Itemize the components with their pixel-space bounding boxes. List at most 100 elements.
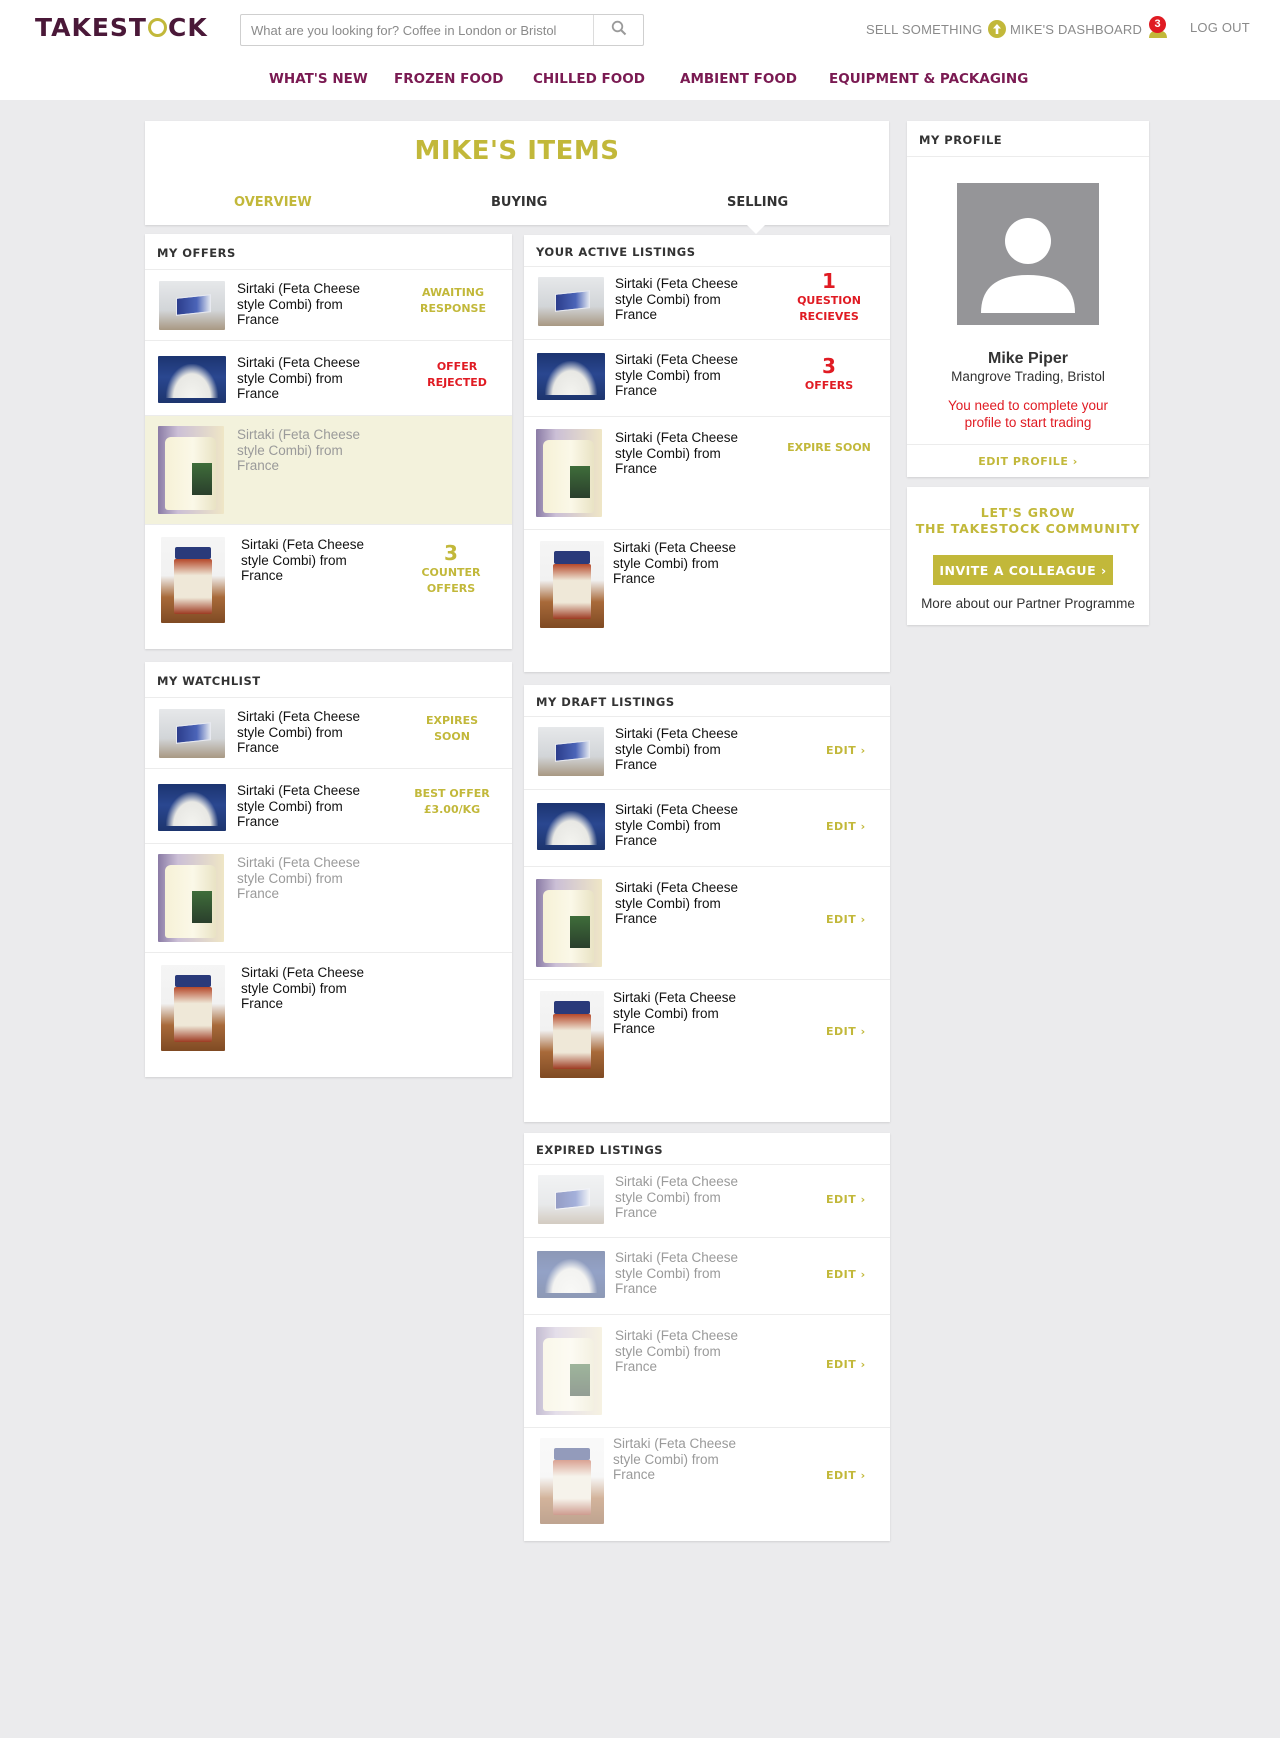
product-image [536,879,602,967]
offer-row[interactable]: Sirtaki (Feta Cheese style Combi) from F… [145,416,512,525]
expired-listings-panel: EXPIRED LISTINGS Sirtaki (Feta Cheese st… [524,1133,890,1541]
draft-row[interactable]: Sirtaki (Feta Cheese style Combi) from F… [524,867,890,980]
tab-overview[interactable]: OVERVIEW [234,195,312,210]
edit-link[interactable]: EDIT › [826,1469,866,1482]
search-bar [240,14,644,46]
section-title: EXPIRED LISTINGS [524,1133,890,1165]
watchlist-row[interactable]: Sirtaki (Feta Cheese style Combi) from F… [145,953,512,1077]
product-image [158,784,226,831]
partner-programme-link[interactable]: More about our Partner Programme [907,596,1149,611]
search-button[interactable] [593,15,643,45]
offer-row[interactable]: Sirtaki (Feta Cheese style Combi) from F… [145,270,512,341]
edit-link[interactable]: EDIT › [826,1025,866,1038]
active-tab-pointer [746,224,766,234]
expired-row[interactable]: Sirtaki (Feta Cheese style Combi) from F… [524,1428,890,1541]
invite-colleague-button[interactable]: INVITE A COLLEAGUE › [933,555,1113,585]
edit-link[interactable]: EDIT › [826,1358,866,1371]
nav-equipment-packaging[interactable]: EQUIPMENT & PACKAGING [829,71,1028,87]
product-image [536,429,602,517]
product-title[interactable]: Sirtaki (Feta Cheese style Combi) from F… [615,1174,755,1221]
edit-label: EDIT [826,744,857,757]
my-watchlist-panel: MY WATCHLIST Sirtaki (Feta Cheese style … [145,662,512,1077]
edit-link[interactable]: EDIT › [826,1193,866,1206]
dashboard-link[interactable]: MIKE'S DASHBOARD [1010,20,1168,41]
product-title[interactable]: Sirtaki (Feta Cheese style Combi) from F… [613,1436,753,1483]
product-title[interactable]: Sirtaki (Feta Cheese style Combi) from F… [237,355,377,402]
edit-profile-link[interactable]: EDIT PROFILE › [907,444,1149,468]
avatar[interactable] [957,183,1099,325]
nav-whats-new[interactable]: WHAT'S NEW [269,71,368,87]
community-panel: LET'S GROW THE TAKESTOCK COMMUNITY INVITE… [907,487,1149,625]
nav-frozen-food[interactable]: FROZEN FOOD [394,71,503,87]
listing-row[interactable]: Sirtaki (Feta Cheese style Combi) from F… [524,417,890,530]
expired-row[interactable]: Sirtaki (Feta Cheese style Combi) from F… [524,1238,890,1315]
chevron-right-icon: › [860,1358,866,1371]
tab-buying[interactable]: BUYING [491,195,547,210]
draft-row[interactable]: Sirtaki (Feta Cheese style Combi) from F… [524,790,890,867]
my-offers-panel: MY OFFERS Sirtaki (Feta Cheese style Com… [145,234,512,649]
community-title-line2: THE TAKESTOCK COMMUNITY [915,521,1141,536]
product-title[interactable]: Sirtaki (Feta Cheese style Combi) from F… [613,990,753,1037]
invite-label: INVITE A COLLEAGUE [939,562,1097,578]
search-input[interactable] [241,15,593,45]
product-image [537,353,605,400]
logout-link[interactable]: LOG OUT [1190,20,1250,35]
edit-label: EDIT [826,913,857,926]
product-image [161,537,225,623]
edit-label: EDIT [826,1358,857,1371]
search-icon [611,20,627,41]
product-title[interactable]: Sirtaki (Feta Cheese style Combi) from F… [615,802,755,849]
watchlist-row[interactable]: Sirtaki (Feta Cheese style Combi) from F… [145,844,512,953]
product-image [540,1438,604,1524]
sell-something-label: SELL SOMETHING [866,22,983,37]
product-title[interactable]: Sirtaki (Feta Cheese style Combi) from F… [615,430,755,477]
product-title[interactable]: Sirtaki (Feta Cheese style Combi) from F… [615,1328,755,1375]
product-title[interactable]: Sirtaki (Feta Cheese style Combi) from F… [615,352,755,399]
counter-offers-label: COUNTER OFFERS [421,566,481,595]
product-title[interactable]: Sirtaki (Feta Cheese style Combi) from F… [237,281,377,328]
expired-row[interactable]: Sirtaki (Feta Cheese style Combi) from F… [524,1315,890,1428]
edit-link[interactable]: EDIT › [826,1268,866,1281]
product-title[interactable]: Sirtaki (Feta Cheese style Combi) from F… [241,537,381,584]
section-title: MY WATCHLIST [145,662,512,698]
product-title[interactable]: Sirtaki (Feta Cheese style Combi) from F… [613,540,753,587]
product-title[interactable]: Sirtaki (Feta Cheese style Combi) from F… [237,855,377,902]
tab-selling[interactable]: SELLING [727,195,788,210]
offer-row[interactable]: Sirtaki (Feta Cheese style Combi) from F… [145,525,512,649]
draft-row[interactable]: Sirtaki (Feta Cheese style Combi) from F… [524,717,890,790]
chevron-right-icon: › [860,1025,866,1038]
product-title[interactable]: Sirtaki (Feta Cheese style Combi) from F… [241,965,381,1012]
product-title[interactable]: Sirtaki (Feta Cheese style Combi) from F… [615,1250,755,1297]
nav-ambient-food[interactable]: AMBIENT FOOD [680,71,797,87]
watchlist-row[interactable]: Sirtaki (Feta Cheese style Combi) from F… [145,769,512,844]
product-title[interactable]: Sirtaki (Feta Cheese style Combi) from F… [615,880,755,927]
edit-label: EDIT [826,1469,857,1482]
product-title[interactable]: Sirtaki (Feta Cheese style Combi) from F… [615,726,755,773]
chevron-right-icon: › [860,913,866,926]
edit-link[interactable]: EDIT › [826,820,866,833]
listing-row[interactable]: Sirtaki (Feta Cheese style Combi) from F… [524,530,890,672]
chevron-right-icon: › [860,1193,866,1206]
product-image [161,965,225,1051]
community-title-line1: LET'S GROW [980,505,1076,520]
offer-row[interactable]: Sirtaki (Feta Cheese style Combi) from F… [145,341,512,416]
takestock-logo[interactable]: TAKEST CK [35,13,208,42]
sell-something-link[interactable]: SELL SOMETHING [866,20,1007,41]
draft-row[interactable]: Sirtaki (Feta Cheese style Combi) from F… [524,980,890,1122]
product-title[interactable]: Sirtaki (Feta Cheese style Combi) from F… [237,783,377,830]
watchlist-row[interactable]: Sirtaki (Feta Cheese style Combi) from F… [145,698,512,769]
expired-row[interactable]: Sirtaki (Feta Cheese style Combi) from F… [524,1165,890,1238]
listing-row[interactable]: Sirtaki (Feta Cheese style Combi) from F… [524,340,890,417]
product-image [540,541,604,628]
offer-status: OFFER REJECTED [427,360,487,389]
product-title[interactable]: Sirtaki (Feta Cheese style Combi) from F… [237,427,377,474]
section-title: MY OFFERS [145,234,512,270]
product-image [158,854,224,942]
product-title[interactable]: Sirtaki (Feta Cheese style Combi) from F… [237,709,377,756]
edit-link[interactable]: EDIT › [826,913,866,926]
product-title[interactable]: Sirtaki (Feta Cheese style Combi) from F… [615,276,755,323]
profile-warning: You need to complete your profile to sta… [947,398,1109,430]
listing-row[interactable]: Sirtaki (Feta Cheese style Combi) from F… [524,267,890,340]
edit-link[interactable]: EDIT › [826,744,866,757]
nav-chilled-food[interactable]: CHILLED FOOD [533,71,645,87]
